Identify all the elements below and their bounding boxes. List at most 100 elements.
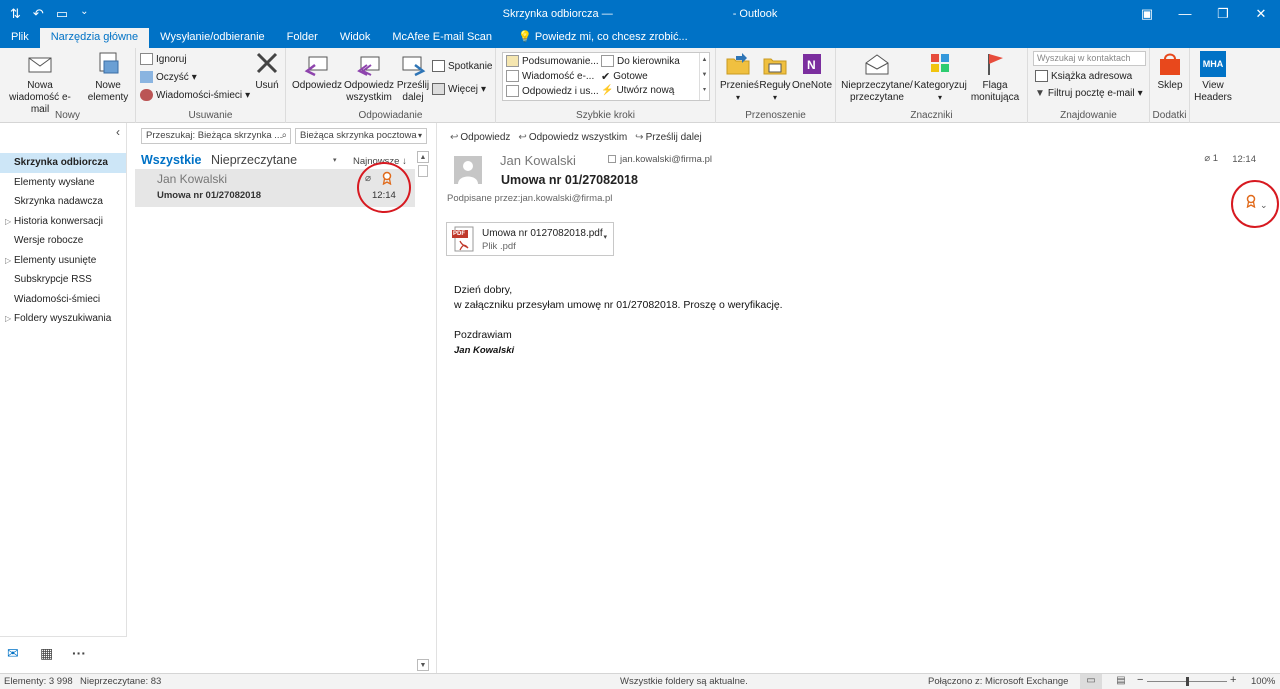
filter-email-button[interactable]: ▼ Filtruj pocztę e-mail ▾ <box>1035 88 1143 99</box>
search-scope-select[interactable]: Bieżąca skrzynka pocztowa ▾ <box>295 128 427 144</box>
group-label-respond: Odpowiadanie <box>358 110 423 121</box>
mail-icon[interactable]: ✉ <box>7 645 19 662</box>
highlight-circle <box>357 162 411 213</box>
message-subject: Umowa nr 01/27082018 <box>157 190 262 201</box>
message-time: 12:14 <box>1232 154 1256 165</box>
quick-step-email[interactable]: Wiadomość e-... <box>506 70 594 82</box>
reply-all-action[interactable]: ↩ Odpowiedz wszystkim <box>518 132 627 143</box>
folder-search-folders[interactable]: ▷ Foldery wyszukiwania <box>0 309 126 329</box>
ignore-button[interactable]: Ignoruj <box>140 53 187 65</box>
folder-outbox[interactable]: Skrzynka nadawcza <box>0 192 126 212</box>
reading-view-icon[interactable]: ▤ <box>1110 674 1132 689</box>
tab-view[interactable]: Widok <box>329 28 382 48</box>
search-icon[interactable]: ⌕ <box>282 129 287 143</box>
reply-button[interactable]: Odpowiedz <box>291 51 343 92</box>
scroll-down-icon[interactable]: ▼ <box>417 659 429 671</box>
filter-unread[interactable]: Nieprzeczytane <box>211 153 297 167</box>
filter-icon: ▼ <box>1035 88 1045 99</box>
group-label-move: Przenoszenie <box>745 110 806 121</box>
tab-file[interactable]: Plik <box>0 28 40 48</box>
quick-step-summary-icon <box>506 55 519 67</box>
categorize-button[interactable]: Kategoryzuj ▾ <box>914 51 967 104</box>
tab-send-receive[interactable]: Wysyłanie/odbieranie <box>149 28 275 48</box>
clean-up-button[interactable]: Oczyść ▾ <box>140 71 197 83</box>
quick-step-create-new[interactable]: ⚡ Utwórz nową <box>601 85 674 96</box>
group-label-quick-steps: Szybkie kroki <box>576 110 635 121</box>
collapse-folder-pane-icon[interactable]: ‹ <box>116 125 120 139</box>
zoom-out-icon[interactable]: − <box>1137 674 1143 686</box>
forward-button[interactable]: Prześlij dalej <box>395 51 431 104</box>
search-input[interactable]: Przeszukaj: Bieżąca skrzynka ... ⌕ <box>141 128 291 144</box>
expand-arrow-icon[interactable]: ▷ <box>5 212 11 231</box>
search-contacts-input[interactable]: Wyszukaj w kontaktach <box>1033 51 1146 66</box>
junk-button[interactable]: Wiadomości-śmieci ▾ <box>140 89 250 101</box>
scroll-thumb[interactable] <box>418 165 428 177</box>
folder-rss[interactable]: Subskrypcje RSS <box>0 270 126 290</box>
zoom-in-icon[interactable]: + <box>1230 674 1236 686</box>
normal-view-icon[interactable]: ▭ <box>1080 674 1102 689</box>
reply-action[interactable]: ↩ Odpowiedz <box>450 132 510 143</box>
sender-email[interactable]: jan.kowalski@firma.pl <box>608 154 712 165</box>
folder-sent[interactable]: Elementy wysłane <box>0 173 126 193</box>
calendar-icon[interactable]: ▦ <box>40 645 53 662</box>
new-items-button[interactable]: Nowe elementy <box>84 51 132 104</box>
forward-action[interactable]: ↪ Prześlij dalej <box>635 132 702 143</box>
rules-button[interactable]: Reguły ▾ <box>758 51 792 104</box>
quick-steps-scroll[interactable]: ▲ ▼ ▾ <box>699 53 709 100</box>
minimize-button[interactable]: — <box>1166 0 1204 28</box>
attachment-dropdown-icon[interactable]: ▾ <box>603 233 607 241</box>
move-button[interactable]: Przenieś ▾ <box>720 51 759 104</box>
more-modules-icon[interactable]: ··· <box>72 645 86 661</box>
quick-step-summary[interactable]: Podsumowanie... <box>506 55 599 67</box>
filter-all[interactable]: Wszystkie <box>141 153 201 167</box>
junk-icon <box>140 89 153 101</box>
tab-folder[interactable]: Folder <box>276 28 329 48</box>
new-email-button[interactable]: Nowa wiadomość e-mail <box>2 51 78 116</box>
quick-steps-gallery: Podsumowanie... Wiadomość e-... Odpowied… <box>502 52 710 101</box>
list-filters: Wszystkie Nieprzeczytane <box>141 153 297 167</box>
expand-arrow-icon[interactable]: ▷ <box>5 309 11 328</box>
folder-deleted[interactable]: ▷ Elementy usunięte <box>0 251 126 271</box>
unread-read-button[interactable]: Nieprzeczytane/ przeczytane <box>840 51 914 104</box>
zoom-level[interactable]: 100% <box>1251 676 1275 687</box>
attachment-item[interactable]: PDF Umowa nr 0127082018.pdf Plik .pdf ▾ <box>446 222 614 256</box>
meeting-button[interactable]: Spotkanie <box>432 60 492 72</box>
folder-conversation-history[interactable]: ▷ Historia konwersacji <box>0 212 126 232</box>
new-email-icon <box>28 57 52 73</box>
folder-drafts[interactable]: Wersje robocze <box>0 231 126 251</box>
reading-pane: ↩ Odpowiedz ↩ Odpowiedz wszystkim ↪ Prześli… <box>438 123 1280 673</box>
delete-button[interactable]: Usuń <box>252 51 282 92</box>
folder-inbox[interactable]: Skrzynka odbiorcza <box>0 153 126 173</box>
more-respond-button[interactable]: Więcej ▾ <box>432 83 486 95</box>
folder-junk[interactable]: Wiadomości-śmieci <box>0 290 126 310</box>
tell-me-search[interactable]: 💡 Powiedz mi, co chcesz zrobić... <box>507 28 699 48</box>
store-button[interactable]: Sklep <box>1154 51 1186 92</box>
expand-arrow-icon[interactable]: ▷ <box>5 251 11 270</box>
scroll-up-icon[interactable]: ▲ <box>417 151 429 163</box>
reply-all-button[interactable]: Odpowiedz wszystkim <box>343 51 395 104</box>
tab-mcafee[interactable]: McAfee E-mail Scan <box>381 28 503 48</box>
svg-text:N: N <box>807 58 816 72</box>
lightbulb-icon: 💡 <box>518 31 532 43</box>
quick-step-to-manager[interactable]: Do kierownika <box>601 55 680 67</box>
ribbon-options-icon[interactable]: ▣ <box>1128 0 1166 28</box>
tab-home[interactable]: Narzędzia główne <box>39 28 150 48</box>
sender-name[interactable]: Jan Kowalski <box>500 153 576 168</box>
zoom-slider-thumb[interactable] <box>1186 677 1189 686</box>
attachment-count: ⌀ 1 <box>1204 153 1218 164</box>
lightning-icon: ⚡ <box>601 85 614 96</box>
close-button[interactable]: ✕ <box>1242 0 1280 28</box>
view-headers-button[interactable]: MHA View Headers <box>1192 51 1234 104</box>
more-icon <box>432 83 445 95</box>
reply-icon <box>304 56 328 77</box>
quick-step-done[interactable]: ✔ Gotowe <box>601 70 648 83</box>
meeting-icon <box>432 60 445 72</box>
message-list-scrollbar[interactable]: ▲ ▼ <box>417 151 431 673</box>
filter-dropdown-icon[interactable]: ▾ <box>333 156 337 164</box>
address-book-button[interactable]: Książka adresowa <box>1035 70 1132 82</box>
reply-icon: ↩ <box>450 132 459 143</box>
quick-step-reply-delete[interactable]: Odpowiedz i us... <box>506 85 599 97</box>
onenote-button[interactable]: N OneNote <box>792 51 832 92</box>
follow-up-button[interactable]: Flaga monitująca <box>966 51 1024 104</box>
restore-button[interactable]: ❐ <box>1204 0 1242 28</box>
